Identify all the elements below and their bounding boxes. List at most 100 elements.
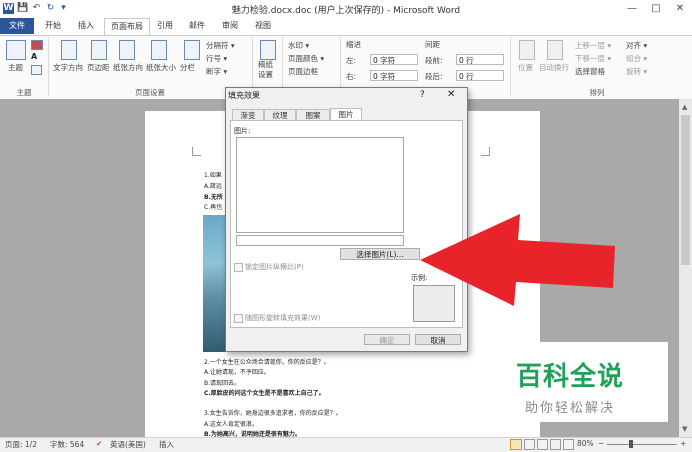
- lock-ratio-checkbox[interactable]: [234, 263, 243, 272]
- dialog-close-button[interactable]: ✕: [447, 89, 455, 100]
- picture-name-field: [236, 235, 404, 246]
- group-button[interactable]: 组合 ▾: [626, 53, 647, 64]
- position-button[interactable]: 位置: [518, 62, 533, 73]
- doc-line: 1.如果: [204, 172, 222, 179]
- columns-icon[interactable]: [184, 40, 200, 60]
- zoom-level[interactable]: 80%: [577, 439, 594, 448]
- page-border-button[interactable]: 页面边框: [288, 66, 318, 77]
- text-direction-icon[interactable]: [61, 40, 77, 60]
- scrollbar-thumb[interactable]: [681, 115, 690, 265]
- maximize-button[interactable]: □: [644, 0, 668, 18]
- text-direction-button[interactable]: 文字方向: [53, 62, 83, 73]
- word-count-status[interactable]: 字数: 564: [50, 439, 84, 450]
- zoom-out-button[interactable]: −: [598, 439, 604, 448]
- tab-view[interactable]: 视图: [248, 18, 278, 34]
- window-title: 魅力检验.docx.doc (用户上次保存的) - Microsoft Word: [231, 6, 461, 16]
- ok-button[interactable]: 确定: [364, 334, 410, 345]
- indent-left-label: 左:: [346, 56, 357, 65]
- doc-line: B.请现回去。: [204, 380, 241, 387]
- zoom-slider[interactable]: [607, 444, 677, 445]
- outline-view-icon[interactable]: [550, 439, 561, 450]
- group-label-page-setup: 页面设置: [135, 88, 165, 97]
- spacing-before-input[interactable]: 0 行: [456, 54, 504, 65]
- zoom-in-button[interactable]: +: [680, 439, 686, 448]
- picture-label: 图片:: [234, 127, 251, 135]
- orientation-icon[interactable]: [119, 40, 135, 60]
- indent-right-input[interactable]: 0 字符: [370, 70, 418, 81]
- paper-size-icon[interactable]: [151, 40, 167, 60]
- indent-right-label: 右:: [346, 72, 357, 81]
- scroll-down-icon[interactable]: ▼: [682, 425, 687, 433]
- tab-insert[interactable]: 插入: [70, 18, 102, 34]
- insert-mode-status[interactable]: 插入: [159, 439, 174, 450]
- print-layout-view-icon[interactable]: [510, 439, 522, 450]
- spacing-before-label: 段前:: [425, 56, 443, 65]
- themes-label: 主题: [8, 63, 23, 72]
- indent-heading: 缩进: [346, 40, 361, 49]
- web-view-icon[interactable]: [537, 439, 548, 450]
- proofing-icon[interactable]: ✔: [96, 439, 102, 448]
- theme-colors-icon[interactable]: [31, 40, 43, 50]
- cancel-button[interactable]: 取消: [415, 334, 461, 345]
- theme-effects-icon[interactable]: [31, 65, 42, 75]
- language-status[interactable]: 英语(美国): [110, 439, 146, 450]
- tab-references[interactable]: 引用: [150, 18, 180, 34]
- tab-file[interactable]: 文件: [0, 18, 34, 34]
- scroll-up-icon[interactable]: ▲: [682, 103, 687, 111]
- spacing-after-input[interactable]: 0 行: [456, 70, 504, 81]
- watermark-title: 百科全说: [516, 362, 625, 392]
- draft-settings-button[interactable]: 稿纸 设置: [258, 60, 273, 80]
- watermark-subtitle: 助你轻松解决: [525, 401, 616, 416]
- group-label-theme: 主题: [16, 88, 32, 97]
- page-count-status[interactable]: 页面: 1/2: [5, 439, 37, 450]
- red-arrow-annotation: [420, 214, 615, 306]
- wrap-text-button[interactable]: 自动换行: [539, 62, 569, 73]
- themes-icon[interactable]: [6, 40, 26, 60]
- breaks-button[interactable]: 分隔符 ▾: [206, 40, 235, 51]
- rotate-button[interactable]: 旋转 ▾: [626, 66, 647, 77]
- send-backward-button[interactable]: 下移一层 ▾: [575, 53, 611, 64]
- lock-ratio-label: 锁定图片纵横比(P): [245, 263, 304, 271]
- draft-paper-icon[interactable]: [260, 40, 276, 60]
- columns-button[interactable]: 分栏: [180, 62, 195, 73]
- watermark-button[interactable]: 水印 ▾: [288, 40, 309, 51]
- margins-button[interactable]: 页边距: [87, 62, 110, 73]
- tab-page-layout[interactable]: 页面布局: [104, 18, 150, 35]
- tab-mailings[interactable]: 邮件: [182, 18, 212, 34]
- doc-line: B.无所: [204, 194, 223, 201]
- divider: [48, 37, 49, 96]
- theme-fonts-icon[interactable]: A: [31, 52, 37, 61]
- orientation-button[interactable]: 纸张方向: [113, 62, 143, 73]
- doc-line: A.疏远: [204, 183, 222, 190]
- select-picture-button[interactable]: 选择图片(L)...: [340, 248, 420, 260]
- group-label-arrange: 排列: [589, 88, 605, 97]
- dialog-help-button[interactable]: ?: [420, 90, 425, 100]
- align-button[interactable]: 对齐 ▾: [626, 40, 647, 51]
- arrow-shape: [420, 214, 615, 306]
- indent-left-input[interactable]: 0 字符: [370, 54, 418, 65]
- margins-icon[interactable]: [91, 40, 107, 60]
- doc-line: 2.一个女生在公众场合请现你，你的反应是？。: [204, 359, 330, 366]
- draft-view-icon[interactable]: [563, 439, 574, 450]
- wrap-text-icon[interactable]: [547, 40, 563, 60]
- selection-pane-button[interactable]: 选择窗格: [575, 66, 605, 77]
- picture-preview-box: [236, 137, 404, 233]
- tab-home[interactable]: 开始: [38, 18, 68, 34]
- margin-mark: [481, 147, 490, 156]
- doc-line: A.让她请现，不予回应。: [204, 369, 270, 376]
- doc-line: C.厚脸皮的问这个女生是不是喜欢上自己了。: [204, 390, 325, 397]
- close-window-button[interactable]: ✕: [668, 0, 692, 18]
- paper-size-button[interactable]: 纸张大小: [146, 62, 176, 73]
- position-icon[interactable]: [519, 40, 535, 60]
- hyphenation-button[interactable]: 断字 ▾: [206, 66, 227, 77]
- doc-line: A.这女人肯定很浪。: [204, 421, 258, 428]
- dialog-title: 填充效果: [228, 91, 260, 100]
- rotate-with-shape-checkbox[interactable]: [234, 314, 243, 323]
- line-numbers-button[interactable]: 行号 ▾: [206, 53, 227, 64]
- minimize-button[interactable]: —: [620, 0, 644, 18]
- page-color-button[interactable]: 页面颜色 ▾: [288, 53, 324, 64]
- tab-review[interactable]: 审阅: [214, 18, 246, 34]
- zoom-slider-thumb[interactable]: [629, 440, 633, 448]
- full-screen-view-icon[interactable]: [524, 439, 535, 450]
- bring-forward-button[interactable]: 上移一层 ▾: [575, 40, 611, 51]
